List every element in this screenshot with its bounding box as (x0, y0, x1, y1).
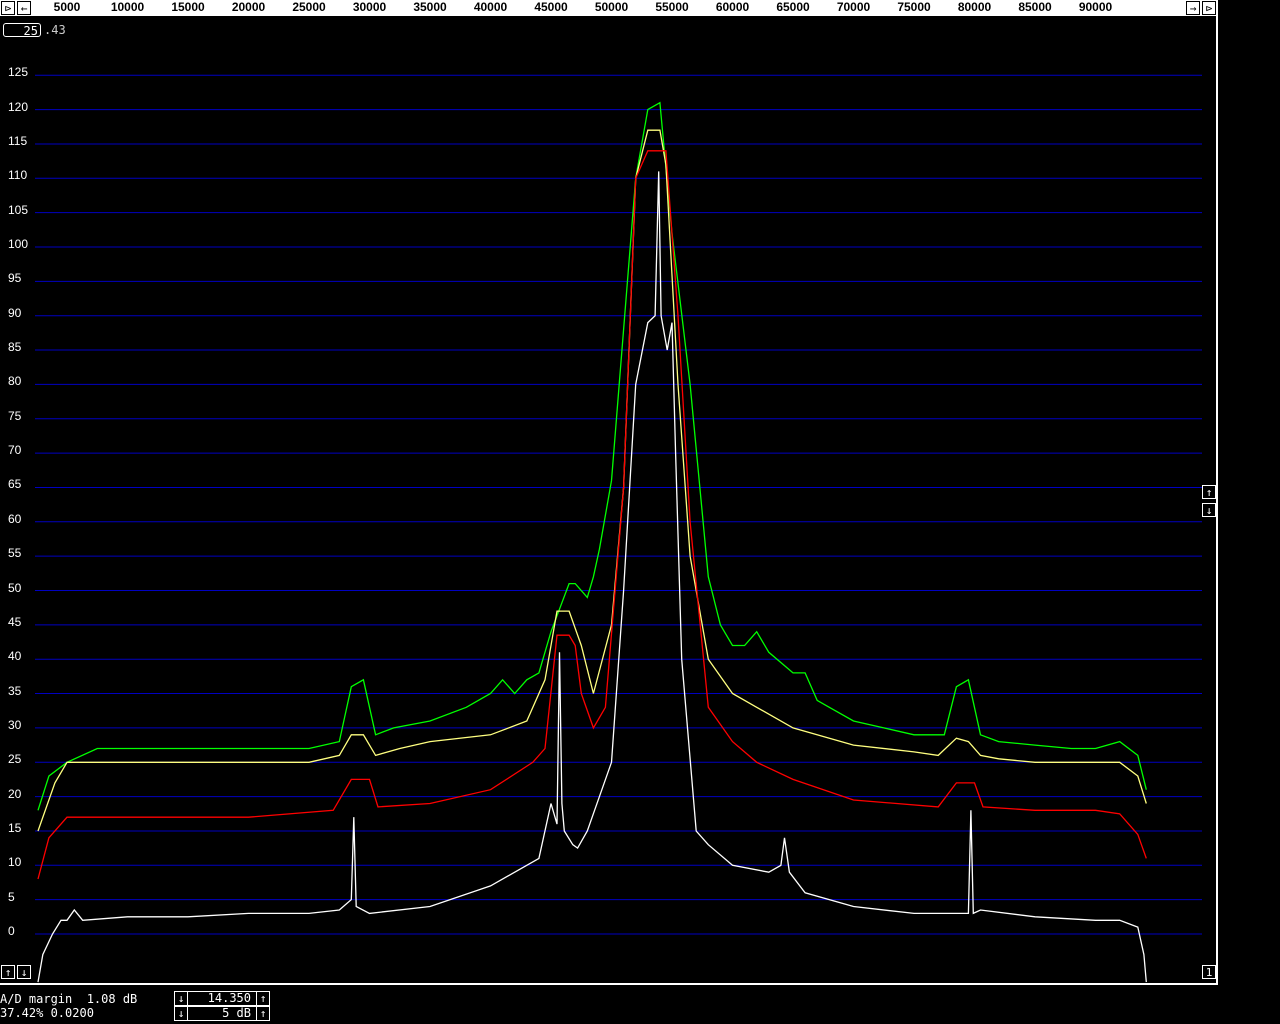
y-tick-label: 125 (8, 65, 29, 80)
y-tick-label: 110 (8, 168, 28, 183)
y-tick-label: 80 (8, 374, 22, 389)
y-tick-label: 70 (8, 443, 22, 458)
y-tick-label: 45 (8, 614, 22, 629)
y-tick-label: 75 (8, 408, 22, 423)
y-tick-label: 0 (8, 924, 15, 938)
spectrum-plot (35, 74, 1202, 983)
bottom-down-icon[interactable]: ↓ (17, 965, 31, 979)
y-tick-label: 10 (8, 855, 22, 870)
series-line-3 (37, 171, 1147, 983)
y-tick-label: 105 (8, 202, 29, 217)
y-tick-label: 115 (8, 133, 28, 148)
db-down-icon[interactable]: ↓ (175, 1007, 188, 1020)
status-percent-text: 37.42% 0.0200 (0, 1006, 94, 1020)
frequency-up-icon[interactable]: ↑ (256, 992, 269, 1005)
y-tick-label: 90 (8, 305, 22, 320)
db-value: 5 dB (222, 1006, 251, 1020)
series-line-2 (37, 150, 1147, 880)
frequency-down-icon[interactable]: ↓ (175, 992, 188, 1005)
y-tick-label: 55 (8, 546, 22, 561)
bottom-border (0, 983, 1218, 985)
series-line-0 (37, 101, 1147, 811)
frequency-value: 14.350 (207, 991, 251, 1005)
y-tick-label: 65 (8, 477, 22, 492)
y-tick-label: 40 (8, 649, 22, 664)
y-tick-label: 95 (8, 271, 22, 286)
y-tick-label: 20 (8, 786, 22, 801)
y-tick-label: 120 (8, 99, 29, 114)
level-down-icon[interactable]: ↓ (1202, 503, 1216, 517)
db-scale-control[interactable]: ↓ 5 dB ↑ (174, 1006, 270, 1021)
level-up-icon[interactable]: ↑ (1202, 485, 1216, 499)
y-tick-label: 5 (8, 889, 15, 904)
y-tick-label: 100 (8, 237, 29, 251)
y-tick-label: 35 (8, 683, 22, 698)
y-tick-label: 60 (8, 511, 22, 526)
y-tick-label: 85 (8, 340, 22, 355)
right-border (1216, 0, 1218, 985)
y-tick-label: 15 (8, 820, 22, 835)
y-tick-label: 25 (8, 752, 22, 767)
frequency-control[interactable]: ↓ 14.350 ↑ (174, 991, 270, 1006)
ad-margin-text: A/D margin 1.08 dB (0, 992, 138, 1006)
y-tick-label: 30 (8, 717, 22, 732)
db-up-icon[interactable]: ↑ (256, 1007, 269, 1020)
y-tick-label: 50 (8, 580, 22, 595)
bottom-up-icon[interactable]: ↑ (1, 965, 15, 979)
bottom-right-button[interactable]: 1 (1202, 965, 1216, 979)
